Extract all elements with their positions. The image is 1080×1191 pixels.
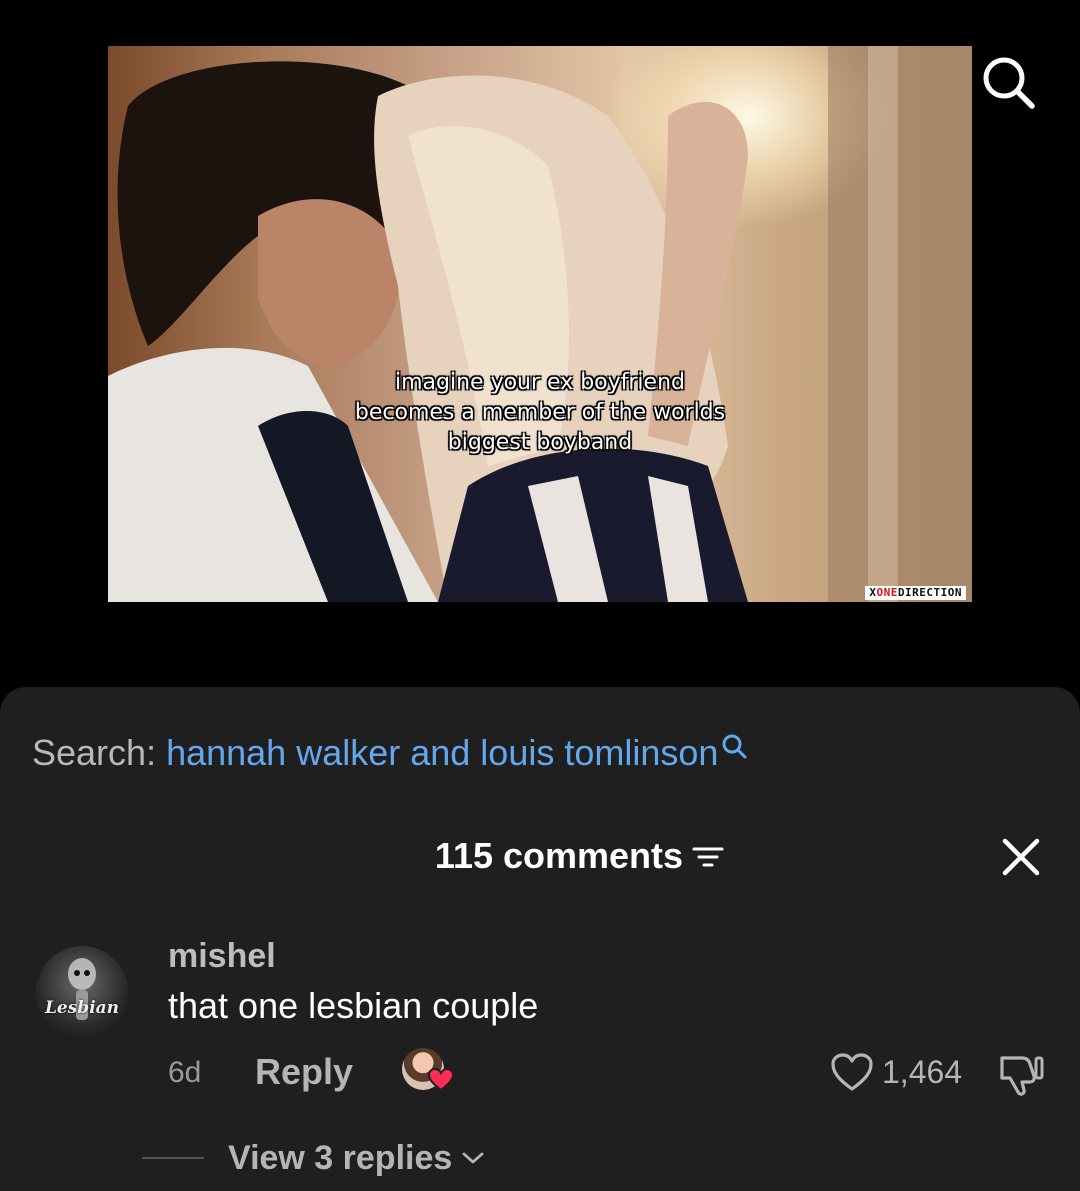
creator-liked-badge <box>402 1048 456 1096</box>
chevron-down-icon <box>462 1152 484 1164</box>
view-replies-label: View 3 replies <box>228 1139 453 1177</box>
thumbs-down-icon[interactable] <box>996 1052 1046 1096</box>
comment-username[interactable]: mishel <box>168 936 276 976</box>
heart-outline-icon[interactable] <box>830 1052 874 1092</box>
filter-icon[interactable] <box>691 841 725 871</box>
view-replies-button[interactable]: View 3 replies <box>228 1138 484 1178</box>
avatar-image <box>68 958 96 1020</box>
video-watermark: XONEDIRECTION <box>865 586 966 600</box>
creator-liked-heart-icon <box>428 1068 454 1092</box>
comments-count-title: 115 comments <box>434 835 684 876</box>
like-count: 1,464 <box>882 1054 963 1090</box>
replies-divider <box>142 1157 204 1159</box>
close-icon[interactable] <box>998 834 1044 880</box>
avatar-text: Lesbian <box>44 998 120 1018</box>
search-suggestion-label: Search: <box>32 732 167 773</box>
reply-button[interactable]: Reply <box>255 1051 353 1093</box>
search-suggestion-query[interactable]: hannah walker and louis tomlinson <box>166 732 718 773</box>
comment-text: that one lesbian couple <box>168 985 539 1026</box>
like-button[interactable]: 1,464 <box>830 1052 962 1092</box>
search-suggestion-icon <box>722 734 747 759</box>
comments-header: 115 comments <box>0 834 1080 878</box>
avatar[interactable]: Lesbian <box>36 946 128 1038</box>
search-icon[interactable] <box>978 52 1038 112</box>
video-photo <box>108 46 972 602</box>
video-caption: imagine your ex boyfriend becomes a memb… <box>354 370 726 455</box>
screen: imagine your ex boyfriend becomes a memb… <box>0 0 1080 1191</box>
video-frame[interactable]: imagine your ex boyfriend becomes a memb… <box>108 46 972 602</box>
search-suggestion[interactable]: Search: hannah walker and louis tomlinso… <box>32 732 748 774</box>
comment-timestamp: 6d <box>168 1056 202 1089</box>
